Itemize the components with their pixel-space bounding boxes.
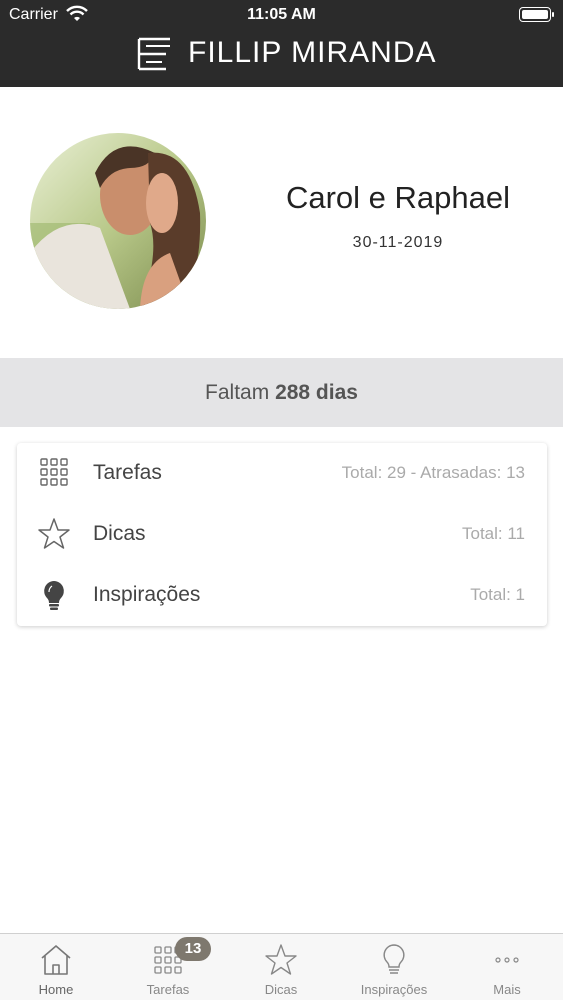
summary-meta: Total: 29 - Atrasadas: 13 bbox=[341, 463, 525, 482]
more-icon bbox=[495, 957, 519, 963]
summary-row-inspiracoes[interactable]: Inspirações Total: 1 bbox=[17, 565, 547, 626]
home-icon bbox=[41, 945, 71, 975]
battery-icon bbox=[519, 7, 554, 22]
summary-meta: Total: 11 bbox=[461, 524, 525, 543]
summary-label: Dicas bbox=[93, 522, 146, 545]
tab-home[interactable]: Home bbox=[0, 934, 112, 1000]
summary-row-tarefas[interactable]: Tarefas Total: 29 - Atrasadas: 13 bbox=[17, 443, 547, 504]
app-header: Carrier 11:05 AM FILLIP MIRANDA bbox=[0, 0, 563, 87]
summary-card: Tarefas Total: 29 - Atrasadas: 13 Dicas … bbox=[17, 443, 547, 626]
status-time: 11:05 AM bbox=[247, 6, 316, 23]
couple-photo bbox=[30, 133, 206, 309]
tab-label: Dicas bbox=[264, 982, 298, 997]
summary-meta: Total: 1 bbox=[470, 585, 525, 604]
tab-label: Mais bbox=[493, 982, 521, 997]
couple-avatar[interactable] bbox=[30, 133, 206, 309]
grid-icon bbox=[40, 458, 68, 486]
tab-inspiracoes[interactable]: Inspirações bbox=[338, 934, 450, 1000]
status-bar: Carrier 11:05 AM bbox=[0, 0, 563, 30]
brand-name: FILLIP MIRANDA bbox=[188, 36, 437, 69]
star-icon bbox=[265, 944, 297, 975]
tab-label: Home bbox=[38, 982, 74, 997]
couple-name: Carol e Raphael bbox=[285, 180, 511, 215]
star-icon bbox=[38, 518, 70, 549]
summary-row-dicas[interactable]: Dicas Total: 11 bbox=[17, 504, 547, 565]
tab-label: Tarefas bbox=[146, 982, 190, 997]
lightbulb-icon bbox=[383, 944, 405, 974]
tab-bar: Home Tarefas Dicas Inspirações Mais bbox=[0, 933, 563, 1000]
countdown-days: 288 dias bbox=[275, 381, 358, 404]
countdown-bar: Faltam 288 dias bbox=[0, 358, 563, 427]
tab-dicas[interactable]: Dicas bbox=[225, 934, 337, 1000]
summary-label: Tarefas bbox=[93, 461, 162, 484]
brand-logo-icon bbox=[137, 37, 170, 71]
brand: FILLIP MIRANDA bbox=[0, 34, 563, 74]
tab-label: Inspirações bbox=[360, 982, 428, 997]
tarefas-badge: 13 bbox=[175, 937, 211, 961]
lightbulb-icon bbox=[44, 581, 64, 610]
countdown-prefix: Faltam bbox=[205, 381, 270, 404]
wedding-date: 30-11-2019 bbox=[352, 234, 444, 251]
tab-mais[interactable]: Mais bbox=[451, 934, 563, 1000]
summary-label: Inspirações bbox=[93, 583, 201, 606]
